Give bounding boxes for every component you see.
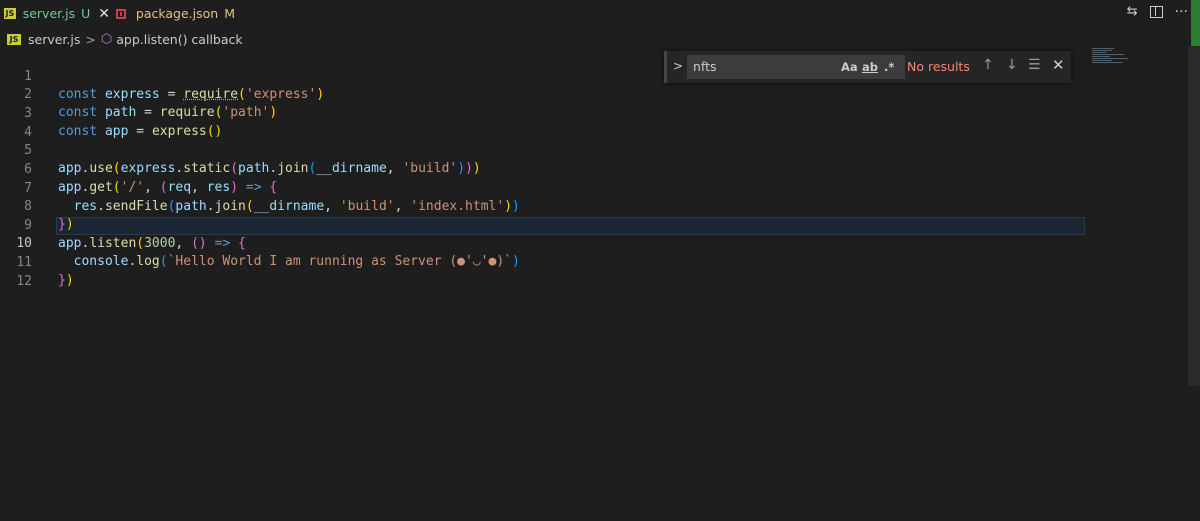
code-line-active: 10 console.log(`Hello World I am running… <box>0 217 1100 269</box>
vertical-scrollbar[interactable] <box>1188 46 1200 386</box>
code-line: 12 <box>0 255 1100 289</box>
previous-match-icon[interactable]: ↑ <box>982 57 994 73</box>
toggle-replace-icon[interactable]: > <box>673 59 683 73</box>
split-editor-icon[interactable] <box>1149 6 1163 18</box>
tab-label: package.json <box>135 6 219 21</box>
close-icon[interactable]: ✕ <box>98 6 110 22</box>
code-editor[interactable]: 1 const express = require('express') 2 c… <box>0 50 1190 521</box>
breadcrumb-file[interactable]: server.js <box>28 32 80 47</box>
code-line: 11 }) <box>0 236 1100 288</box>
code-line: 6 app.get('/', (req, res) => { <box>0 143 1100 195</box>
more-actions-icon[interactable]: ··· <box>1175 4 1188 20</box>
npm-icon <box>116 8 126 19</box>
breadcrumb-symbol[interactable]: app.listen() callback <box>116 32 242 47</box>
code-line: 8 }) <box>0 180 1100 232</box>
find-result-status: No results <box>907 59 970 74</box>
code-line: 9 app.listen(3000, () => { <box>0 199 1100 251</box>
tab-label: server.js <box>22 6 76 21</box>
next-match-icon[interactable]: ↓ <box>1006 57 1018 73</box>
tab-server-js[interactable]: JS server.js U ✕ <box>0 0 110 27</box>
editor-actions: ⇆ ··· <box>1127 4 1188 20</box>
js-file-icon: JS <box>7 33 21 45</box>
js-file-icon: JS <box>4 8 16 19</box>
tab-package-json[interactable]: package.json M <box>110 0 235 27</box>
code-line: 3 const app = express() <box>0 87 1100 139</box>
breadcrumb: JS server.js > ⬡ app.listen() callback <box>0 29 243 49</box>
symbol-method-icon: ⬡ <box>100 31 113 47</box>
accent-edge <box>1191 0 1200 46</box>
compare-icon[interactable]: ⇆ <box>1127 4 1138 20</box>
code-line: 5 app.use(express.static(path.join(__dir… <box>0 124 1100 176</box>
untracked-status: U <box>81 6 91 21</box>
find-in-selection-icon[interactable]: ☰ <box>1028 57 1041 73</box>
find-widget: > nfts Aa ab .* No results ↑ ↓ ☰ ✕ <box>664 51 1071 83</box>
modified-status: M <box>224 6 235 21</box>
tab-bar: JS server.js U ✕ package.json M ⇆ ··· <box>0 0 1200 27</box>
minimap[interactable] <box>1092 48 1132 66</box>
match-case-toggle[interactable]: Aa <box>841 60 858 74</box>
whole-word-toggle[interactable]: ab <box>862 60 878 74</box>
breadcrumb-separator: > <box>85 31 96 47</box>
line-number: 12 <box>16 274 32 289</box>
close-find-icon[interactable]: ✕ <box>1052 56 1065 74</box>
regex-toggle[interactable]: .* <box>884 60 894 74</box>
code-line: 7 res.sendFile(path.join(__dirname, 'bui… <box>0 162 1100 214</box>
code-line: 4 <box>0 106 1100 140</box>
